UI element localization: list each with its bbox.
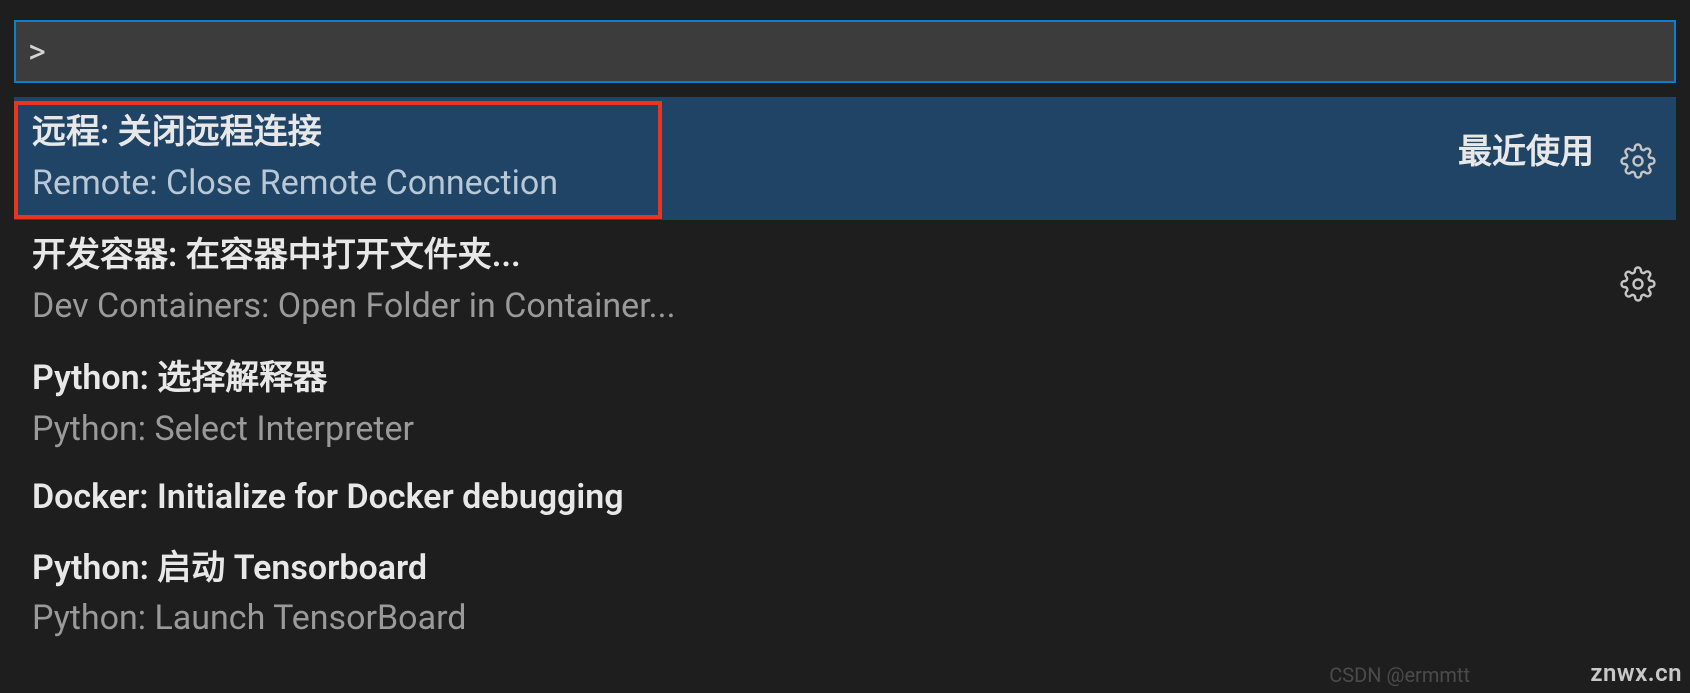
command-item-docker-init[interactable]: Docker: Initialize for Docker debugging — [14, 466, 1676, 529]
watermark-author: CSDN @ermmtt — [1329, 663, 1470, 687]
command-list: 远程: 关闭远程连接 Remote: Close Remote Connecti… — [14, 97, 1676, 656]
command-item-remote-close[interactable]: 远程: 关闭远程连接 Remote: Close Remote Connecti… — [14, 97, 1676, 220]
command-input[interactable] — [52, 32, 1662, 71]
watermark-site: znwx.cn — [1590, 659, 1682, 687]
item-title: Docker: Initialize for Docker debugging — [32, 476, 1658, 519]
gear-icon[interactable] — [1618, 264, 1658, 304]
command-item-python-interpreter[interactable]: Python: 选择解释器 Python: Select Interpreter — [14, 343, 1676, 466]
gear-icon[interactable] — [1618, 141, 1658, 181]
category-label: 最近使用 — [1458, 124, 1594, 173]
command-item-dev-containers[interactable]: 开发容器: 在容器中打开文件夹... Dev Containers: Open … — [14, 220, 1676, 343]
command-input-wrap[interactable]: > — [14, 20, 1676, 83]
item-title: Python: 启动 Tensorboard — [32, 547, 1658, 590]
item-subtitle: Dev Containers: Open Folder in Container… — [32, 285, 1618, 328]
item-title: 远程: 关闭远程连接 — [32, 111, 1458, 154]
item-subtitle: Remote: Close Remote Connection — [32, 162, 1458, 205]
command-item-python-tensorboard[interactable]: Python: 启动 Tensorboard Python: Launch Te… — [14, 533, 1676, 656]
item-subtitle: Python: Launch TensorBoard — [32, 597, 1658, 640]
item-subtitle: Python: Select Interpreter — [32, 408, 1658, 451]
item-title: 开发容器: 在容器中打开文件夹... — [32, 234, 1618, 277]
item-title: Python: 选择解释器 — [32, 357, 1658, 400]
input-prefix: > — [28, 35, 46, 69]
